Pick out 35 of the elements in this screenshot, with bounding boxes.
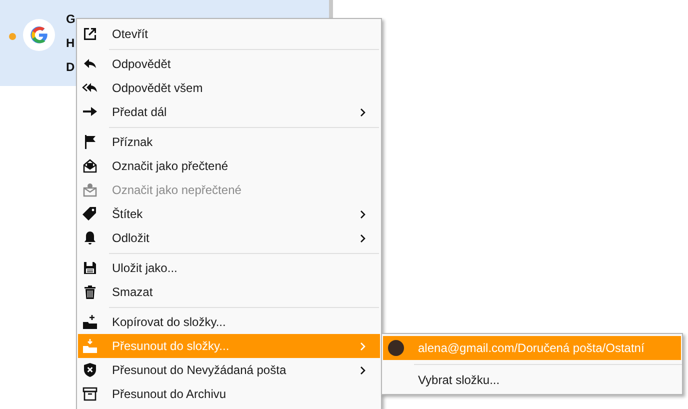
menu-item[interactable]: Odložit bbox=[78, 226, 380, 250]
chevron-right-icon bbox=[360, 108, 366, 116]
open-envelope-icon bbox=[82, 158, 98, 174]
chevron-right-icon bbox=[360, 342, 366, 350]
menu-item[interactable]: Štítek bbox=[78, 202, 380, 226]
menu-item[interactable]: Označit jako přečtené bbox=[78, 154, 380, 178]
message-text: D bbox=[66, 59, 76, 75]
menu-item[interactable]: Přesunout do Nevyžádaná pošta bbox=[78, 358, 380, 382]
menu-item[interactable]: Kopírovat do složky... bbox=[78, 310, 380, 334]
menu-item[interactable]: Smazat bbox=[78, 280, 380, 304]
message-text: H bbox=[66, 35, 76, 51]
shield-x-icon bbox=[82, 362, 98, 378]
menu-item[interactable]: Příznak bbox=[78, 130, 380, 154]
envelope-dot-icon bbox=[82, 182, 98, 198]
trash-icon bbox=[82, 284, 98, 300]
folder-plus-icon bbox=[82, 314, 98, 330]
menu-item[interactable]: Přesunout do Archivu bbox=[78, 382, 380, 406]
message-text: G bbox=[66, 11, 76, 27]
chevron-right-icon bbox=[360, 234, 366, 242]
chevron-right-icon bbox=[360, 210, 366, 218]
open-external-icon bbox=[82, 26, 98, 42]
bell-icon bbox=[82, 230, 98, 246]
folder-arrow-icon bbox=[82, 338, 98, 354]
tag-icon bbox=[82, 206, 98, 222]
avatar-photo-placeholder bbox=[388, 340, 404, 356]
menu-item[interactable]: Uložit jako... bbox=[78, 256, 380, 280]
menu-item[interactable]: Vybrat složku... bbox=[383, 368, 681, 392]
menu-item[interactable]: Odpovědět bbox=[78, 52, 380, 76]
archive-box-icon bbox=[82, 386, 98, 402]
g-logo-icon bbox=[23, 19, 55, 51]
menu-item[interactable]: Otevřít bbox=[78, 22, 380, 46]
chevron-right-icon bbox=[360, 366, 366, 374]
flag-icon bbox=[82, 134, 98, 150]
menu-item[interactable]: Předat dál bbox=[78, 100, 380, 124]
menu-item[interactable]: Odpovědět všem bbox=[78, 76, 380, 100]
